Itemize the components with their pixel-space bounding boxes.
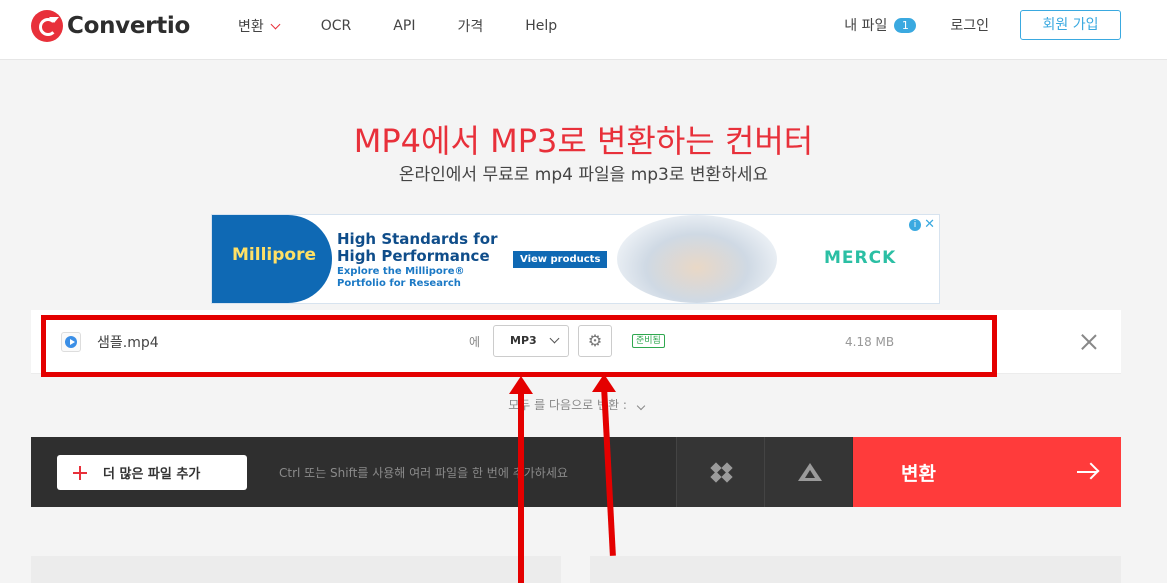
ad-close-icon[interactable]: ✕ bbox=[924, 217, 935, 232]
ad-partner-logo: MERCK bbox=[824, 248, 897, 268]
login-link[interactable]: 로그인 bbox=[950, 15, 989, 35]
nav-item-convert[interactable]: 변환 bbox=[238, 16, 281, 36]
nav-item-api[interactable]: API bbox=[393, 16, 415, 36]
logo-icon bbox=[31, 10, 63, 42]
convert-label: 변환 bbox=[901, 463, 936, 485]
close-icon[interactable] bbox=[1079, 332, 1099, 352]
nav-item-label: API bbox=[393, 18, 416, 34]
annotation-arrow-head bbox=[509, 376, 533, 394]
page-title: MP4에서 MP3로 변환하는 컨버터 bbox=[353, 122, 814, 160]
multi-select-hint: Ctrl 또는 Shift를 사용해 여러 파일을 한 번에 추가하세요 bbox=[279, 466, 568, 480]
info-card-left bbox=[31, 556, 561, 583]
arrow-right-icon bbox=[1077, 471, 1097, 473]
convert-all-dropdown[interactable]: 모두 를 다음으로 변환 : bbox=[31, 396, 1121, 413]
ad-photo bbox=[617, 215, 777, 303]
nav-item-label: 가격 bbox=[457, 19, 484, 35]
logo-text: Convertio bbox=[67, 13, 190, 39]
add-files-label: 더 많은 파일 추가 bbox=[103, 467, 201, 482]
dropbox-button[interactable] bbox=[676, 437, 764, 507]
ad-banner[interactable]: Millipore High Standards for High Perfor… bbox=[211, 214, 940, 304]
nav-item-label: 변환 bbox=[238, 19, 264, 35]
plus-icon bbox=[73, 465, 87, 480]
ad-cta-button[interactable]: View products bbox=[513, 251, 608, 268]
my-files-link[interactable]: 내 파일 1 bbox=[844, 15, 917, 35]
ad-info-icon[interactable]: i bbox=[909, 219, 921, 231]
ad-brand-panel: Millipore bbox=[212, 215, 332, 303]
nav-item-label: Help bbox=[525, 18, 558, 34]
nav-item-label: OCR bbox=[320, 18, 352, 34]
ad-brand: Millipore bbox=[232, 245, 316, 265]
page-subtitle: 온라인에서 무료로 mp4 파일을 mp3로 변환하세요 bbox=[398, 165, 769, 185]
convert-button[interactable]: 변환 bbox=[853, 437, 1121, 507]
signup-button[interactable]: 회원 가입 bbox=[1020, 10, 1121, 40]
nav-item-ocr[interactable]: OCR bbox=[321, 16, 352, 36]
account-nav: 내 파일 1 로그인 회원 가입 bbox=[844, 10, 1121, 40]
my-files-label: 내 파일 bbox=[844, 18, 888, 34]
top-header: Convertio 변환 OCR API 가격 Help 내 파일 1 로그인 … bbox=[0, 0, 1167, 60]
add-more-files-button[interactable]: 더 많은 파일 추가 bbox=[57, 455, 247, 490]
annotation-arrow-head bbox=[592, 374, 616, 392]
main-nav: 변환 OCR API 가격 Help bbox=[238, 16, 599, 36]
convertio-logo[interactable]: Convertio bbox=[31, 10, 190, 42]
ad-headline: High Standards for High Performance bbox=[337, 230, 498, 265]
ad-subline: Explore the Millipore® Portfolio for Res… bbox=[337, 266, 465, 289]
annotation-arrow bbox=[518, 388, 524, 583]
chevron-down-icon bbox=[270, 19, 281, 29]
info-card-right bbox=[590, 556, 1121, 583]
google-drive-button[interactable] bbox=[764, 437, 852, 507]
upload-toolbar: 더 많은 파일 추가 Ctrl 또는 Shift를 사용해 여러 파일을 한 번… bbox=[31, 437, 1121, 507]
nav-item-pricing[interactable]: 가격 bbox=[457, 16, 483, 36]
annotation-highlight-box bbox=[41, 315, 997, 377]
convert-all-label: 모두 를 다음으로 변환 : bbox=[508, 398, 627, 412]
dropbox-icon bbox=[710, 462, 733, 483]
chevron-down-icon bbox=[636, 401, 645, 411]
nav-item-help[interactable]: Help bbox=[525, 16, 557, 36]
google-drive-icon bbox=[798, 463, 822, 481]
file-count-badge: 1 bbox=[894, 17, 917, 33]
convert-all-row: 모두 를 다음으로 변환 : bbox=[31, 374, 1121, 437]
